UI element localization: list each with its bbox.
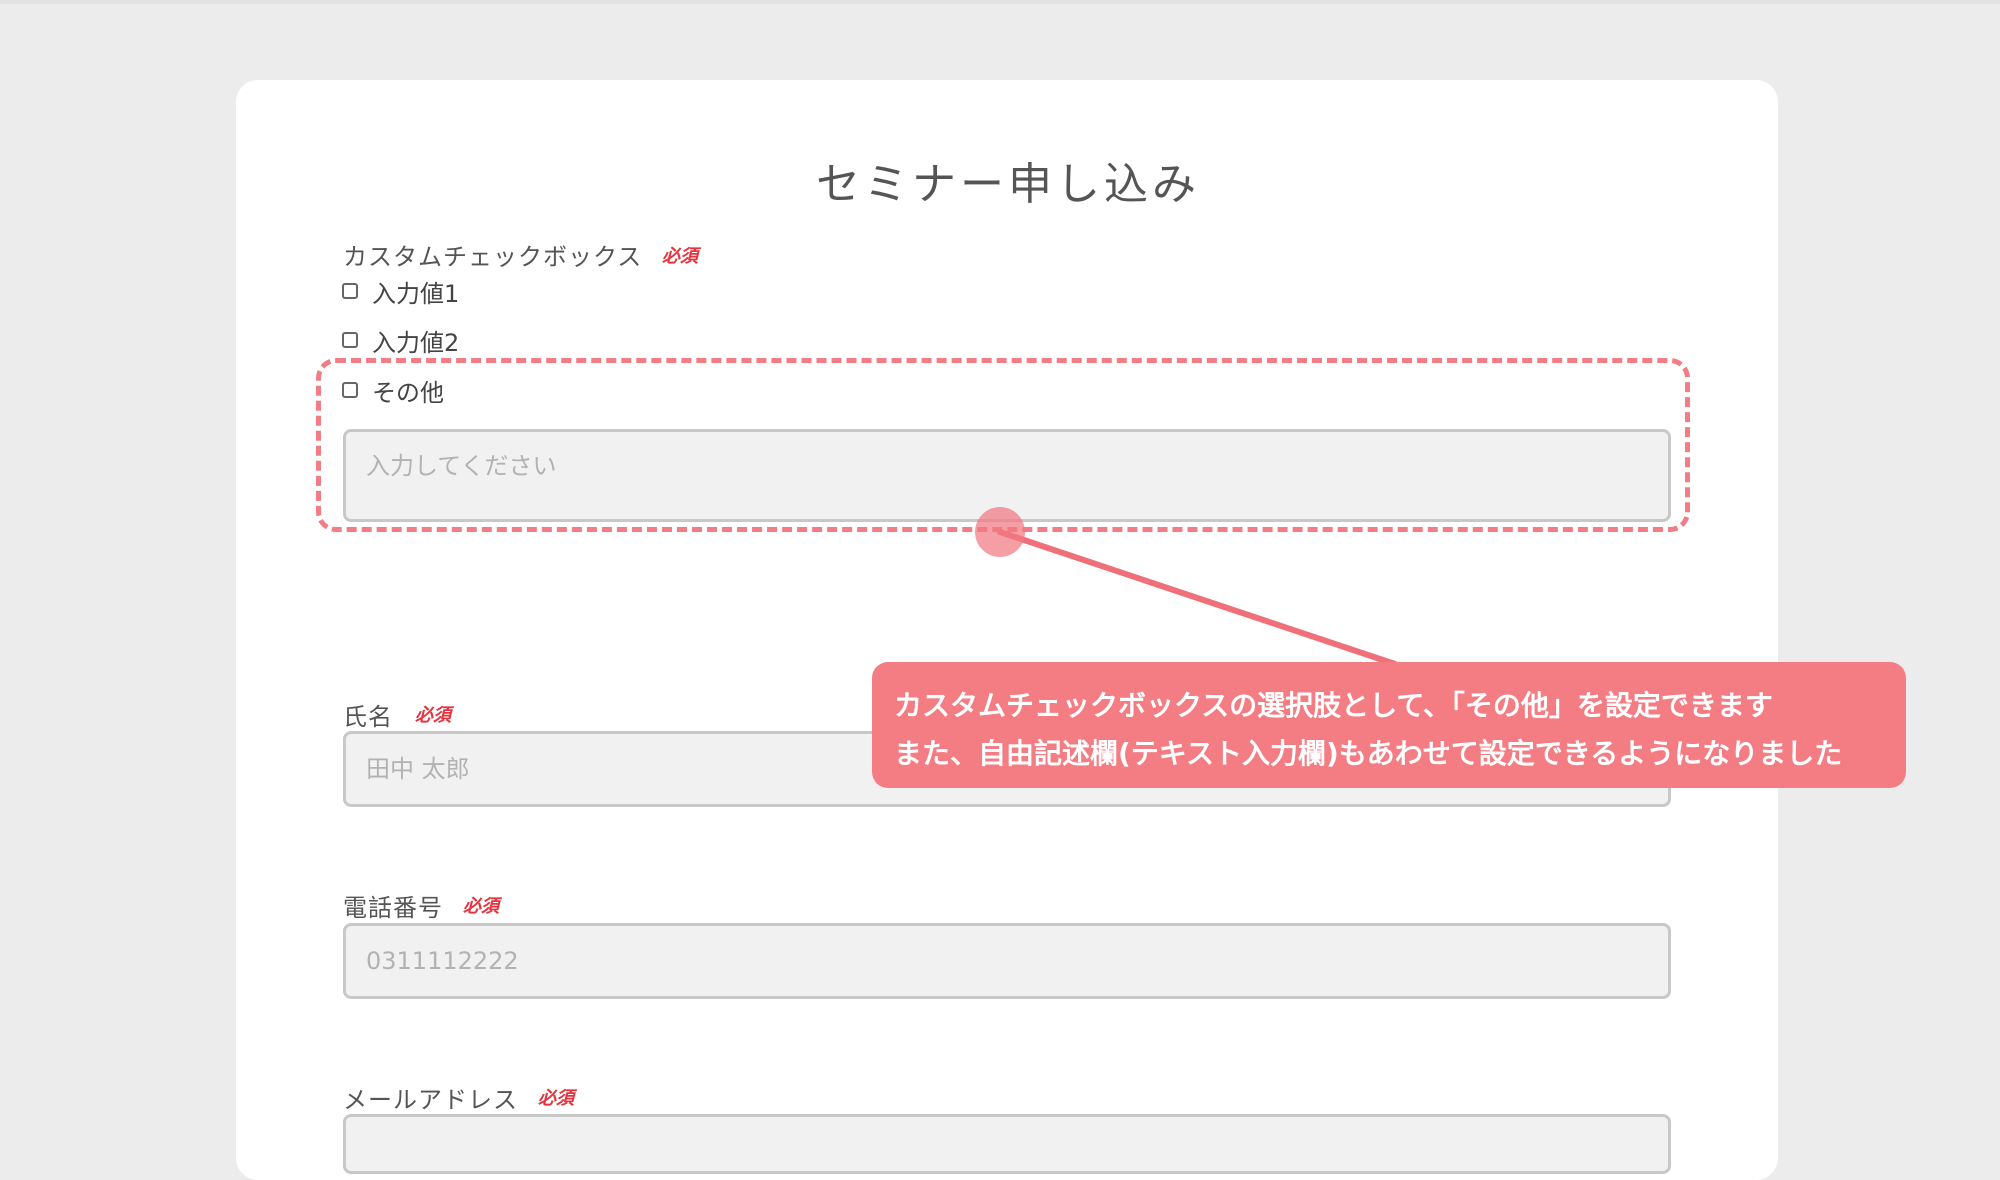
callout-line-2: また、自由記述欄(テキスト入力欄)もあわせて設定できるようになりました — [894, 737, 1843, 770]
callout-connector — [997, 529, 1398, 667]
callout-dot — [975, 507, 1025, 557]
callout-line-1: カスタムチェックボックスの選択肢として、「その他」を設定できます — [894, 689, 1773, 722]
callout-box: カスタムチェックボックスの選択肢として、「その他」を設定できます また、自由記述… — [872, 662, 1906, 788]
